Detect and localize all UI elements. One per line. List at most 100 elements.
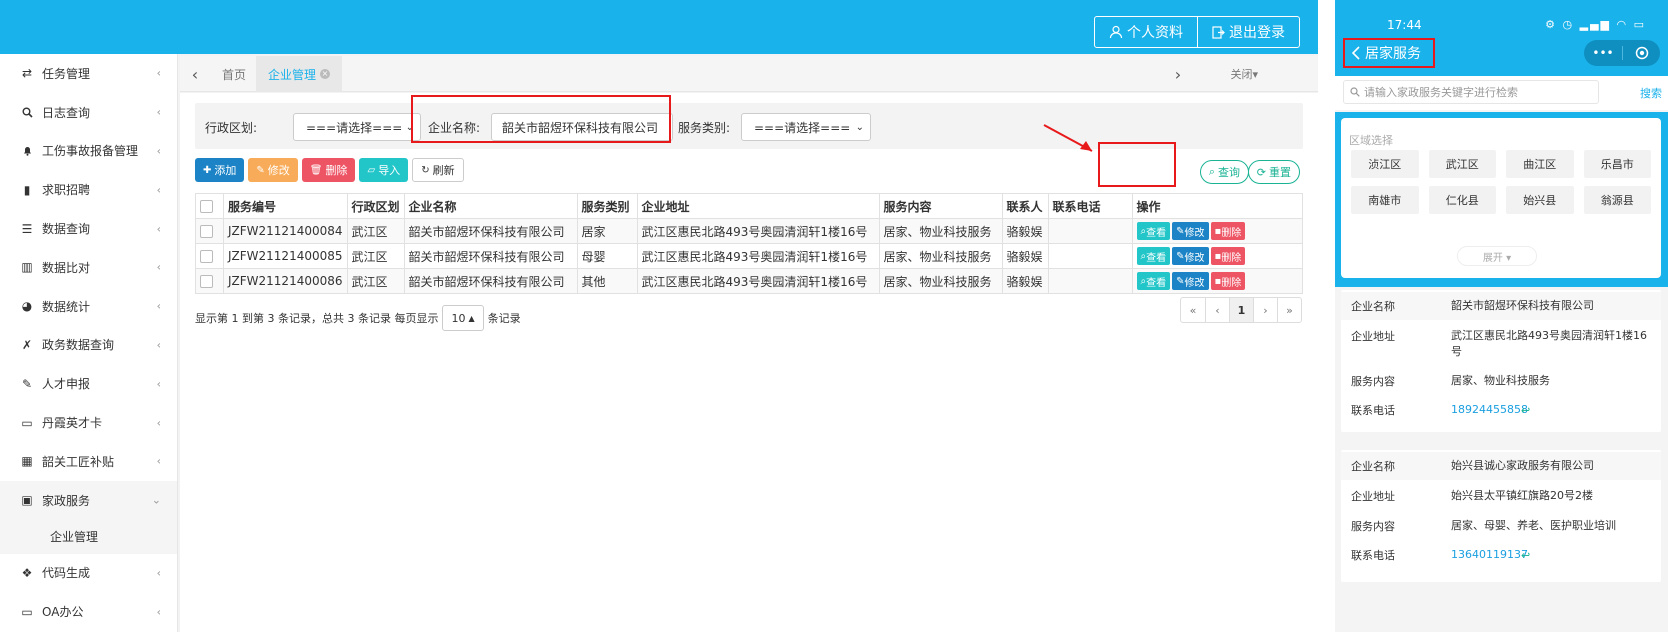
region-option[interactable]: 南雄市: [1351, 186, 1419, 214]
phone-icon[interactable]: ↩: [1521, 549, 1530, 562]
phone-link[interactable]: 13640119137: [1451, 547, 1651, 563]
row-delete-button[interactable]: ▪ 删除: [1210, 247, 1246, 265]
view-button[interactable]: ⌕ 查看: [1136, 247, 1171, 265]
import-button[interactable]: ▱ 导入: [359, 158, 409, 182]
chevron-left-icon: ‹: [156, 144, 161, 158]
tab-home[interactable]: 首页: [210, 56, 258, 92]
tab-scroll-right-icon[interactable]: ›: [1163, 56, 1193, 92]
row-select[interactable]: [195, 218, 224, 244]
tab-company[interactable]: 企业管理 ×: [256, 56, 343, 92]
sidebar-item-data-compare[interactable]: ▥ 数据比对 ‹: [0, 248, 177, 287]
close-icon[interactable]: ×: [320, 69, 331, 79]
page-1-button[interactable]: 1: [1229, 298, 1253, 322]
expand-button[interactable]: 展开 ▾: [1457, 246, 1537, 266]
sidebar-item-data-query[interactable]: ☰ 数据查询 ‹: [0, 209, 177, 248]
sidebar-item-danxia-card[interactable]: ▭ 丹霞英才卡 ‹: [0, 403, 177, 442]
sidebar-item-data-stats[interactable]: ◕ 数据统计 ‹: [0, 287, 177, 326]
refresh-label: 刷新: [432, 164, 455, 177]
checkbox[interactable]: [200, 225, 213, 238]
company-label: 企业名称:: [428, 121, 481, 135]
view-label: 查看: [1146, 227, 1167, 239]
sidebar-item-home-service[interactable]: ▣ 家政服务 ⌄: [0, 480, 177, 520]
cell-company: 韶关市韶煜环保科技有限公司: [403, 243, 578, 269]
view-button[interactable]: ⌕ 查看: [1136, 222, 1171, 240]
pin-icon: ✗: [21, 337, 33, 352]
select-all-header[interactable]: [195, 193, 224, 219]
row-edit-button[interactable]: ✎ 修改: [1172, 247, 1209, 265]
add-button[interactable]: ✚ 添加: [195, 158, 245, 182]
chevron-left-icon: ‹: [156, 416, 161, 430]
cell-phone: [1047, 218, 1133, 244]
region-option[interactable]: 武江区: [1428, 150, 1496, 178]
checkbox[interactable]: [200, 200, 213, 213]
profile-button[interactable]: 个人资料: [1095, 17, 1197, 47]
row-select[interactable]: [195, 243, 224, 269]
mobile-search-button[interactable]: 搜索: [1640, 85, 1662, 101]
tab-close-menu[interactable]: 关闭▾: [1230, 56, 1258, 92]
sidebar-item-log[interactable]: 日志查询 ‹: [0, 93, 177, 132]
card-row-address: 企业地址 始兴县太平镇红旗路20号2楼: [1341, 480, 1661, 512]
service-select[interactable]: ===请选择=== ⌄: [741, 113, 871, 141]
phone-link[interactable]: 18924455858: [1451, 402, 1651, 418]
region-option[interactable]: 始兴县: [1506, 186, 1574, 214]
row-edit-label: 修改: [1184, 277, 1205, 289]
sidebar-item-label: 工伤事故报备管理: [42, 144, 139, 159]
prev-page-button[interactable]: ‹: [1205, 298, 1229, 322]
chevron-left-icon: ‹: [156, 260, 161, 274]
mobile-search-input[interactable]: 请输入家政服务关键字进行检索: [1343, 80, 1599, 104]
row-select[interactable]: [195, 268, 224, 294]
phone-icon[interactable]: ↩: [1521, 404, 1530, 417]
checkbox[interactable]: [200, 275, 213, 288]
last-page-button[interactable]: »: [1277, 298, 1301, 322]
checkbox[interactable]: [200, 250, 213, 263]
region-option[interactable]: 乐昌市: [1583, 150, 1651, 178]
region-option[interactable]: 浈江区: [1351, 150, 1419, 178]
pie-chart-icon: ◕: [21, 299, 33, 314]
company-input[interactable]: 韶关市韶煜环保科技有限公司: [491, 113, 673, 141]
search-button[interactable]: ⌕ 查询: [1199, 160, 1249, 184]
region-panel: 区域选择 浈江区 武江区 曲江区 乐昌市 南雄市 仁化县 始兴县 翁源县 展开 …: [1335, 112, 1668, 287]
sidebar-item-oa[interactable]: ▭ OA办公 ‹: [0, 592, 177, 631]
row-delete-button[interactable]: ▪ 删除: [1210, 272, 1246, 290]
logout-button[interactable]: 退出登录: [1197, 17, 1299, 47]
card-value: 居家、物业科技服务: [1451, 374, 1550, 387]
tab-scroll-left-icon[interactable]: ‹: [180, 56, 210, 92]
first-page-button[interactable]: «: [1181, 298, 1205, 322]
region-option[interactable]: 翁源县: [1583, 186, 1651, 214]
company-card[interactable]: 企业名称 韶关市韶煜环保科技有限公司 企业地址 武江区惠民北路493号奥园清润轩1楼…: [1341, 290, 1661, 432]
row-edit-button[interactable]: ✎ 修改: [1172, 222, 1209, 240]
region-option[interactable]: 仁化县: [1428, 186, 1496, 214]
reset-button[interactable]: ⟳ 重置: [1247, 160, 1300, 184]
region-option[interactable]: 曲江区: [1506, 150, 1574, 178]
row-edit-button[interactable]: ✎ 修改: [1172, 272, 1209, 290]
row-delete-button[interactable]: ▪ 删除: [1210, 222, 1246, 240]
back-button[interactable]: 居家服务: [1345, 40, 1427, 66]
more-icon[interactable]: •••: [1584, 46, 1622, 60]
sidebar-item-codegen[interactable]: ❖ 代码生成 ‹: [0, 554, 177, 593]
sidebar-item-craftsman[interactable]: ▦ 韶关工匠补贴 ‹: [0, 442, 177, 481]
region-select[interactable]: ===请选择=== ⌄: [293, 113, 421, 141]
cell-content: 居家、物业科技服务: [878, 268, 1003, 294]
next-page-button[interactable]: ›: [1253, 298, 1277, 322]
cell-content: 居家、物业科技服务: [878, 243, 1003, 269]
sidebar-item-jobs[interactable]: ▮ 求职招聘 ‹: [0, 170, 177, 209]
toolbar: ✚ 添加 ✎ 修改 🗑︎ 删除 ▱ 导入 ↻ 刷新: [195, 158, 464, 184]
delete-button[interactable]: 🗑︎ 删除: [301, 158, 356, 182]
sidebar-item-gov-data[interactable]: ✗ 政务数据查询 ‹: [0, 326, 177, 365]
sidebar-item-label: 代码生成: [42, 566, 91, 581]
sidebar: ⇄ 任务管理 ‹ 日志查询 ‹ 工伤事故报备管理 ‹ ▮ 求职招聘 ‹ ☰ 数据查询 ‹ ▥ 数据…: [0, 54, 178, 632]
page-size-select[interactable]: 10 ▲: [442, 305, 484, 331]
chevron-left-icon: ‹: [156, 566, 161, 580]
sidebar-subitem-company[interactable]: 企业管理: [0, 519, 177, 554]
sidebar-item-injury[interactable]: 工伤事故报备管理 ‹: [0, 132, 177, 171]
add-label: 添加: [214, 164, 237, 177]
sidebar-item-task[interactable]: ⇄ 任务管理 ‹: [0, 54, 177, 93]
view-button[interactable]: ⌕ 查看: [1136, 272, 1171, 290]
sidebar-item-label: 任务管理: [42, 66, 91, 81]
company-card[interactable]: 企业名称 始兴县诚心家政服务有限公司 企业地址 始兴县太平镇红旗路20号2楼 服务内…: [1341, 450, 1661, 582]
close-miniprogram-icon[interactable]: [1622, 46, 1660, 60]
sidebar-item-talent[interactable]: ✎ 人才申报 ‹: [0, 364, 177, 403]
chevron-left-icon: ‹: [156, 454, 161, 468]
edit-button[interactable]: ✎ 修改: [248, 158, 298, 182]
refresh-button[interactable]: ↻ 刷新: [412, 158, 464, 182]
